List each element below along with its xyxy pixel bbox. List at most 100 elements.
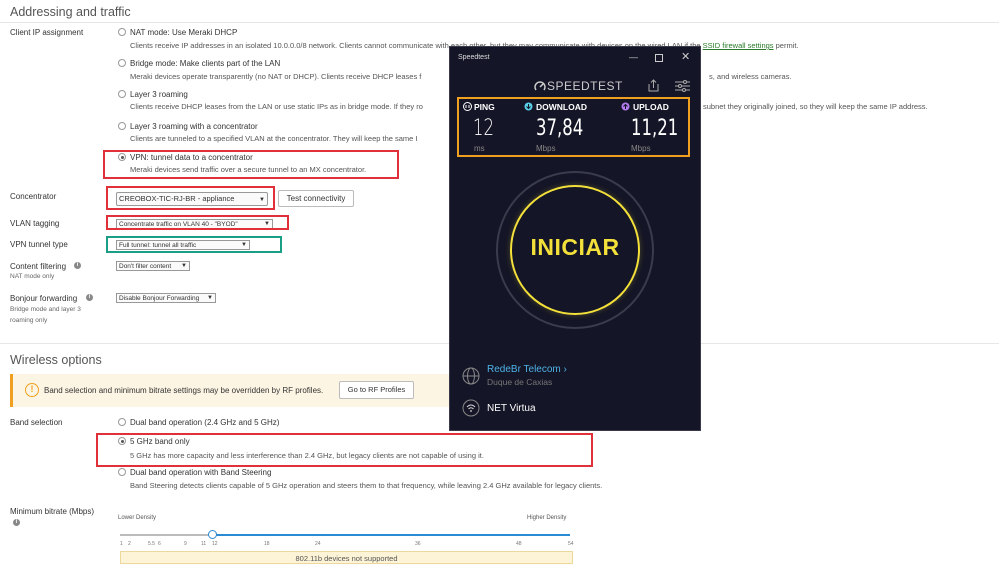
lower-density-label: Lower Density <box>118 515 157 521</box>
ssid-firewall-link[interactable]: SSID firewall settings <box>703 41 774 50</box>
go-button[interactable]: INICIAR <box>510 185 640 315</box>
client-ip-label: Client IP assignment <box>10 28 84 37</box>
ping-label: PING <box>474 102 495 112</box>
slider-tick-label: 54 <box>568 541 574 547</box>
upload-icon <box>621 102 630 111</box>
radio-band-steering[interactable] <box>118 468 126 476</box>
higher-density-label: Higher Density <box>527 515 567 521</box>
isp-name[interactable]: RedeBr Telecom › <box>487 364 567 375</box>
network-name: NET Virtua <box>487 403 536 414</box>
option-desc: Meraki devices operate transparently (no… <box>130 72 422 81</box>
ping-value: 12 <box>473 116 494 141</box>
slider-track-active <box>212 534 570 536</box>
speedtest-logo: SPEEDTEST <box>547 79 623 93</box>
bonjour-sub: Bridge mode and layer 3 <box>10 306 81 313</box>
content-filtering-select[interactable]: Don't filter content ▼ <box>116 261 190 271</box>
concentrator-label: Concentrator <box>10 192 57 201</box>
slider-tick-label: 18 <box>264 541 270 547</box>
highlight-vlan <box>106 215 289 230</box>
download-value: 37,84 <box>536 116 584 141</box>
min-bitrate-label: Minimum bitrate (Mbps) <box>10 507 95 516</box>
speedtest-window: Speedtest — ✕ SPEEDTEST PING DOWNLOAD UP… <box>449 46 701 431</box>
share-icon[interactable] <box>648 79 659 92</box>
slider-tick-label: 36 <box>415 541 421 547</box>
alert-text: Band selection and minimum bitrate setti… <box>44 386 324 395</box>
warning-icon: ! <box>25 383 39 397</box>
bitrate-note: 802.11b devices not supported <box>120 551 573 564</box>
chevron-right-icon: › <box>563 364 567 375</box>
settings-sliders-icon[interactable] <box>675 80 690 92</box>
globe-icon <box>462 367 480 385</box>
rf-profile-alert: ! Band selection and minimum bitrate set… <box>10 374 449 407</box>
slider-tick-label: 12 <box>212 541 218 547</box>
window-title: Speedtest <box>458 54 490 61</box>
option-title: Bridge mode: Make clients part of the LA… <box>130 59 281 68</box>
info-icon[interactable]: i <box>86 294 93 301</box>
speedtest-logo-icon <box>534 81 546 91</box>
radio-bridge-mode[interactable] <box>118 59 126 67</box>
slider-track-inactive <box>120 534 212 536</box>
highlight-5ghz-option <box>96 433 593 467</box>
upload-label: UPLOAD <box>633 102 669 112</box>
title-bar: Speedtest — ✕ <box>450 47 700 69</box>
slider-tick-label: 5.5 <box>148 541 155 547</box>
slider-tick-label: 11 <box>201 541 207 547</box>
divider <box>701 343 999 344</box>
test-connectivity-button[interactable]: Test connectivity <box>278 190 354 207</box>
download-icon <box>524 102 533 111</box>
bitrate-slider-handle[interactable] <box>208 530 217 539</box>
chevron-down-icon: ▼ <box>181 263 187 269</box>
option-title: Dual band operation (2.4 GHz and 5 GHz) <box>130 418 280 427</box>
close-icon[interactable]: ✕ <box>681 50 690 63</box>
slider-tick-label: 1 <box>120 541 123 547</box>
content-filtering-label: Content filtering <box>10 262 67 271</box>
minimize-icon[interactable]: — <box>629 52 638 62</box>
bonjour-sub: roaming only <box>10 317 48 324</box>
slider-tick-label: 6 <box>158 541 161 547</box>
option-desc-tail: subnet they originally joined, so they w… <box>703 102 928 111</box>
vpn-tunnel-label: VPN tunnel type <box>10 240 68 249</box>
radio-layer3-concentrator[interactable] <box>118 122 126 130</box>
info-icon[interactable]: i <box>13 519 20 526</box>
highlight-vpn-option <box>103 150 399 179</box>
option-title: Layer 3 roaming <box>130 90 188 99</box>
vlan-label: VLAN tagging <box>10 219 60 228</box>
band-selection-label: Band selection <box>10 418 63 427</box>
bonjour-label: Bonjour forwarding <box>10 294 78 303</box>
maximize-icon[interactable] <box>655 54 663 62</box>
highlight-concentrator <box>106 186 275 210</box>
go-button-label: INICIAR <box>530 234 620 260</box>
radio-dual-band[interactable] <box>118 418 126 426</box>
option-title: NAT mode: Use Meraki DHCP <box>130 28 238 37</box>
go-to-rf-profiles-button[interactable]: Go to RF Profiles <box>339 381 414 399</box>
section-heading-addressing: Addressing and traffic <box>10 5 131 19</box>
upload-unit: Mbps <box>631 144 651 153</box>
slider-tick-label: 9 <box>184 541 187 547</box>
option-desc: Band Steering detects clients capable of… <box>130 481 603 490</box>
divider <box>0 22 999 23</box>
slider-tick-label: 48 <box>516 541 522 547</box>
chevron-down-icon: ▼ <box>207 295 213 301</box>
option-desc: Clients are tunneled to a specified VLAN… <box>130 134 418 143</box>
info-icon[interactable]: i <box>74 262 81 269</box>
content-filtering-sub: NAT mode only <box>10 273 55 280</box>
radio-nat-mode[interactable] <box>118 28 126 36</box>
bonjour-select[interactable]: Disable Bonjour Forwarding ▼ <box>116 293 216 303</box>
option-title: Layer 3 roaming with a concentrator <box>130 122 258 131</box>
slider-tick-label: 24 <box>315 541 321 547</box>
radio-layer3-roaming[interactable] <box>118 90 126 98</box>
ping-unit: ms <box>474 144 485 153</box>
option-desc-tail: s, and wireless cameras. <box>709 72 792 81</box>
ping-icon <box>463 102 472 111</box>
wifi-icon <box>462 399 480 417</box>
highlight-vpn-tunnel <box>106 236 282 253</box>
isp-location: Duque de Caxias <box>487 377 553 387</box>
option-title: Dual band operation with Band Steering <box>130 468 272 477</box>
download-unit: Mbps <box>536 144 556 153</box>
divider <box>0 343 450 344</box>
upload-value: 11,21 <box>631 116 679 141</box>
download-label: DOWNLOAD <box>536 102 587 112</box>
slider-tick-label: 2 <box>128 541 131 547</box>
option-desc: Clients receive DHCP leases from the LAN… <box>130 102 423 111</box>
section-heading-wireless: Wireless options <box>10 353 102 367</box>
